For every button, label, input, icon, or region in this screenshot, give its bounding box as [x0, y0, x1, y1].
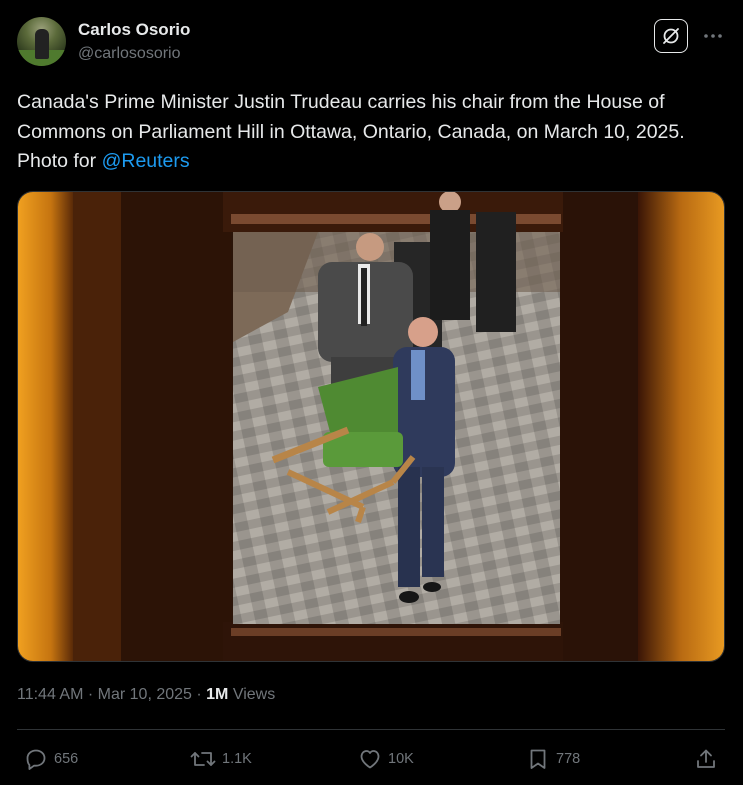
reply-icon: [26, 749, 46, 770]
divider: [17, 729, 725, 730]
tweet-header: Carlos Osorio @carlososorio: [17, 17, 726, 67]
meta-separator: ·: [83, 686, 98, 703]
like-count: 10K: [388, 751, 414, 767]
meta-separator-2: ·: [191, 686, 207, 703]
tweet-meta: 11:44 AM · Mar 10, 2025 · 1M Views: [17, 684, 275, 706]
avatar-figure: [35, 29, 49, 59]
share-button[interactable]: [694, 745, 718, 773]
reply-count: 656: [54, 751, 79, 767]
retweet-icon: [190, 752, 216, 766]
views-count: 1M: [206, 686, 229, 703]
grok-icon: [663, 28, 679, 44]
retweet-count: 1.1K: [222, 751, 252, 767]
share-icon: [697, 749, 715, 768]
mention-link[interactable]: @Reuters: [102, 150, 190, 172]
photo-content: [18, 192, 724, 661]
tweet-time[interactable]: 11:44 AM: [17, 686, 83, 703]
tweet-photo[interactable]: [17, 191, 725, 662]
bookmark-button[interactable]: 778: [526, 745, 580, 773]
like-icon: [360, 750, 380, 769]
like-button[interactable]: 10K: [358, 745, 414, 773]
bookmark-icon: [530, 749, 546, 769]
tweet-text: Canada's Prime Minister Justin Trudeau c…: [17, 88, 723, 177]
author-display-name[interactable]: Carlos Osorio: [78, 19, 190, 41]
views-label: Views: [228, 686, 276, 703]
retweet-button[interactable]: 1.1K: [190, 745, 252, 773]
grok-button[interactable]: [654, 19, 688, 53]
reply-button[interactable]: 656: [24, 745, 78, 773]
bookmark-count: 778: [556, 751, 581, 767]
tweet-date[interactable]: Mar 10, 2025: [98, 686, 192, 703]
more-options-button[interactable]: [699, 25, 727, 47]
more-options-icon: [704, 34, 722, 38]
author-names: Carlos Osorio @carlososorio: [78, 19, 190, 65]
avatar[interactable]: [17, 17, 66, 66]
author-handle[interactable]: @carlososorio: [78, 43, 190, 65]
